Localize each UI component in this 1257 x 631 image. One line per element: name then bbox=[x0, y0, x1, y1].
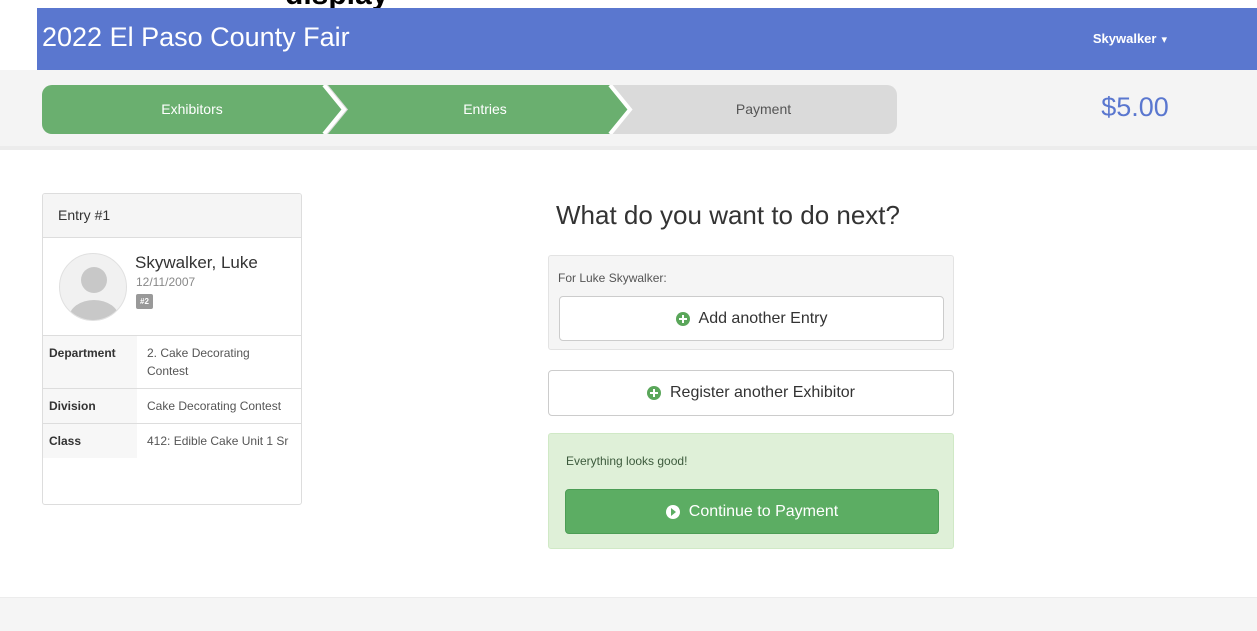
entry-details-table: Department 2. Cake Decorating Contest Di… bbox=[43, 336, 301, 458]
user-menu-label: Skywalker bbox=[1092, 31, 1157, 46]
exhibitor-name: Skywalker, Luke bbox=[135, 253, 258, 272]
step-entries[interactable]: Entries bbox=[342, 85, 628, 134]
continue-to-payment-button[interactable]: Continue to Payment bbox=[565, 489, 939, 534]
arrow-right-circle-icon bbox=[665, 504, 680, 519]
table-row: Class 412: Edible Cake Unit 1 Sr bbox=[43, 423, 301, 458]
avatar bbox=[59, 253, 127, 321]
user-silhouette-icon bbox=[69, 267, 119, 320]
table-row: Division Cake Decorating Contest bbox=[43, 388, 301, 424]
add-entry-button[interactable]: Add another Entry bbox=[559, 296, 944, 341]
caret-down-icon: ▾ bbox=[1161, 34, 1167, 46]
add-entry-label: Add another Entry bbox=[698, 309, 828, 327]
entry-heading: Entry #1 bbox=[43, 194, 301, 238]
detail-value: Cake Decorating Contest bbox=[137, 388, 301, 424]
continue-label: Continue to Payment bbox=[688, 502, 839, 520]
fair-title[interactable]: 2022 El Paso County Fair bbox=[42, 22, 350, 53]
exhibitor-summary: Skywalker, Luke 12/11/2007 #2 bbox=[43, 238, 301, 336]
status-panel: Everything looks good! Continue to Payme… bbox=[548, 433, 954, 549]
progress-steps: Exhibitors Entries Payment bbox=[42, 85, 897, 134]
exhibitor-dob: 12/11/2007 bbox=[136, 275, 196, 289]
next-step-title: What do you want to do next? bbox=[556, 200, 900, 230]
entry-card: Entry #1 Skywalker, Luke 12/11/2007 #2 D… bbox=[42, 193, 302, 505]
page-footer bbox=[0, 597, 1257, 631]
step-exhibitors[interactable]: Exhibitors bbox=[42, 85, 342, 134]
detail-value: 2. Cake Decorating Contest bbox=[147, 346, 250, 378]
top-navbar: 2022 El Paso County Fair Skywalker ▾ bbox=[37, 8, 1257, 70]
detail-label: Class bbox=[43, 423, 137, 458]
exhibitor-actions-well: For Luke Skywalker: Add another Entry bbox=[548, 255, 954, 350]
progress-band: Exhibitors Entries Payment $5.00 bbox=[0, 70, 1257, 150]
cropped-heading-fragment: display bbox=[0, 0, 1257, 8]
cart-total: $5.00 bbox=[1101, 92, 1169, 122]
plus-circle-icon bbox=[675, 311, 690, 326]
status-message: Everything looks good! bbox=[566, 454, 688, 468]
detail-value: 412: Edible Cake Unit 1 Sr bbox=[137, 423, 301, 458]
plus-circle-icon bbox=[647, 386, 661, 400]
exhibitor-number-badge: #2 bbox=[136, 294, 153, 309]
register-exhibitor-label: Register another Exhibitor bbox=[670, 384, 855, 401]
user-menu[interactable]: Skywalker ▾ bbox=[1093, 31, 1167, 46]
step-payment[interactable]: Payment bbox=[630, 85, 897, 134]
detail-label: Division bbox=[43, 388, 137, 424]
register-exhibitor-button[interactable]: Register another Exhibitor bbox=[548, 370, 954, 416]
table-row: Department 2. Cake Decorating Contest bbox=[43, 336, 301, 389]
detail-label: Department bbox=[43, 336, 137, 389]
for-exhibitor-label: For Luke Skywalker: bbox=[558, 271, 667, 285]
